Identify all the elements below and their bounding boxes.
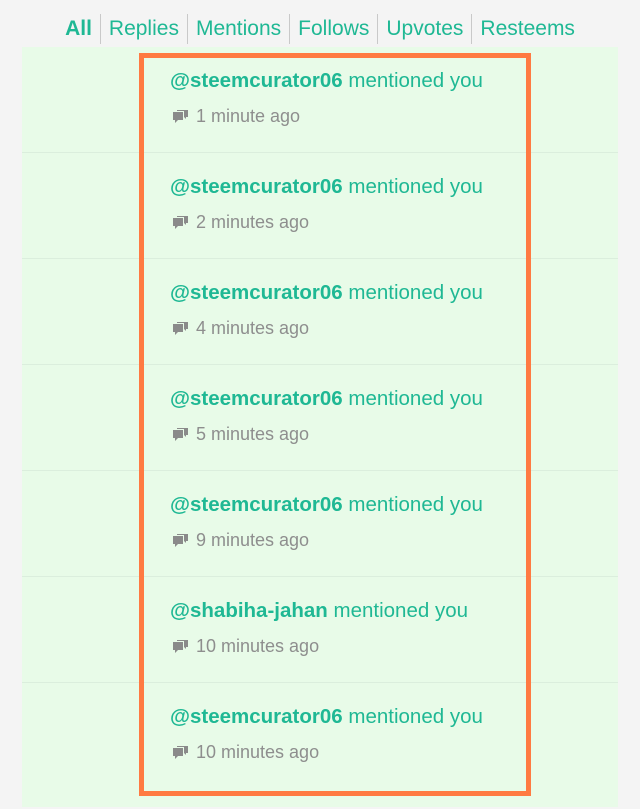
notification-time: 10 minutes ago bbox=[196, 742, 320, 762]
notification-action: mentioned you bbox=[348, 281, 483, 304]
notification-time: 10 minutes ago bbox=[196, 636, 320, 656]
notification-meta: 5 minutes ago bbox=[172, 424, 309, 445]
notification-time: 4 minutes ago bbox=[196, 318, 310, 338]
notification-list: @steemcurator06 mentioned you 1 minute a… bbox=[22, 47, 618, 809]
comments-icon bbox=[173, 322, 188, 335]
notification-item[interactable]: @steemcurator06 mentioned you 1 minute a… bbox=[22, 47, 618, 153]
notification-user-link[interactable]: @steemcurator06 bbox=[170, 493, 343, 516]
notification-title: @steemcurator06 mentioned you bbox=[170, 281, 483, 305]
notification-title: @steemcurator06 mentioned you bbox=[170, 387, 483, 411]
notification-time: 2 minutes ago bbox=[196, 212, 310, 232]
comments-icon bbox=[173, 534, 188, 547]
notification-item[interactable]: @steemcurator06 mentioned you 4 minutes … bbox=[22, 259, 618, 365]
notification-item[interactable]: @steemcurator06 mentioned you 2 minutes … bbox=[22, 153, 618, 259]
notification-meta: 1 minute ago bbox=[172, 106, 300, 127]
notification-meta: 10 minutes ago bbox=[172, 636, 319, 657]
notification-item[interactable]: @shabiha-jahan mentioned you 10 minutes … bbox=[22, 577, 618, 683]
tab-mentions[interactable]: Mentions bbox=[186, 14, 289, 44]
tab-resteems[interactable]: Resteems bbox=[471, 14, 583, 44]
notification-item[interactable]: @steemcurator06 mentioned you 10 minutes… bbox=[22, 683, 618, 807]
notification-title: @shabiha-jahan mentioned you bbox=[170, 599, 468, 623]
notification-user-link[interactable]: @steemcurator06 bbox=[170, 175, 343, 198]
notification-user-link[interactable]: @steemcurator06 bbox=[170, 69, 343, 92]
notification-title: @steemcurator06 mentioned you bbox=[170, 493, 483, 517]
notification-time: 1 minute ago bbox=[196, 106, 301, 126]
tab-all[interactable]: All bbox=[57, 14, 100, 44]
notification-title: @steemcurator06 mentioned you bbox=[170, 705, 483, 729]
comments-icon bbox=[173, 428, 188, 441]
notification-action: mentioned you bbox=[333, 599, 469, 622]
notification-action: mentioned you bbox=[348, 175, 483, 198]
notification-title: @steemcurator06 mentioned you bbox=[170, 175, 483, 199]
tab-follows[interactable]: Follows bbox=[289, 14, 377, 44]
notification-meta: 10 minutes ago bbox=[172, 742, 319, 763]
notification-action: mentioned you bbox=[348, 387, 483, 410]
notification-meta: 4 minutes ago bbox=[172, 318, 309, 339]
comments-icon bbox=[173, 216, 188, 229]
notification-meta: 2 minutes ago bbox=[172, 212, 309, 233]
notification-user-link[interactable]: @steemcurator06 bbox=[170, 705, 343, 728]
comments-icon bbox=[173, 746, 188, 759]
notification-action: mentioned you bbox=[348, 493, 483, 516]
notification-action: mentioned you bbox=[348, 69, 483, 92]
notification-user-link[interactable]: @shabiha-jahan bbox=[170, 599, 328, 622]
notification-title: @steemcurator06 mentioned you bbox=[170, 69, 483, 93]
comments-icon bbox=[173, 640, 188, 653]
tab-upvotes[interactable]: Upvotes bbox=[377, 14, 471, 44]
notification-item[interactable]: @steemcurator06 mentioned you 5 minutes … bbox=[22, 365, 618, 471]
notification-meta: 9 minutes ago bbox=[172, 530, 309, 551]
notification-user-link[interactable]: @steemcurator06 bbox=[170, 281, 343, 304]
notification-user-link[interactable]: @steemcurator06 bbox=[170, 387, 343, 410]
notification-item[interactable]: @steemcurator06 mentioned you 9 minutes … bbox=[22, 471, 618, 577]
tab-replies[interactable]: Replies bbox=[99, 14, 187, 44]
notification-time: 5 minutes ago bbox=[196, 424, 310, 444]
comments-icon bbox=[173, 110, 188, 123]
notification-tabs: All Replies Mentions Follows Upvotes Res… bbox=[0, 10, 640, 48]
notification-time: 9 minutes ago bbox=[196, 530, 310, 550]
notification-action: mentioned you bbox=[348, 705, 483, 728]
